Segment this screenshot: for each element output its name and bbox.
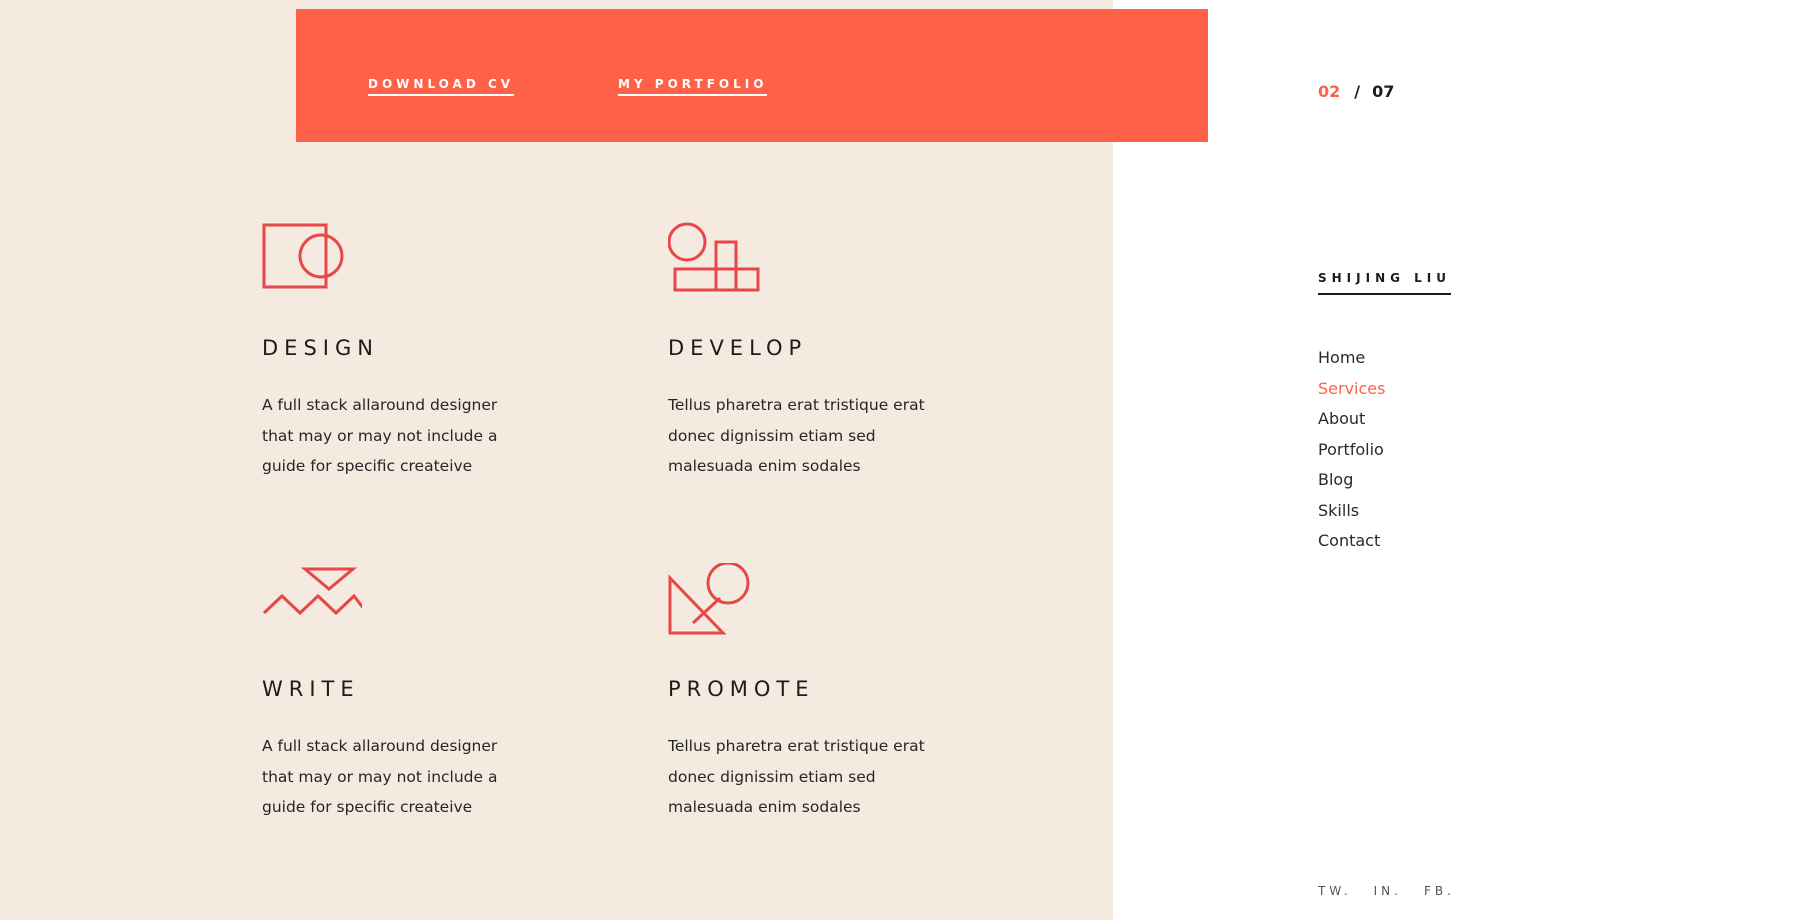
main-nav: Home Services About Portfolio Blog Skill… — [1318, 343, 1385, 557]
service-write: WRITE A full stack allaround designer th… — [262, 563, 562, 823]
service-title: DEVELOP — [668, 336, 808, 360]
service-description: A full stack allaround designer that may… — [262, 396, 498, 475]
cta-band: DOWNLOAD CV MY PORTFOLIO — [296, 9, 1208, 142]
current-slide: 02 — [1318, 82, 1341, 101]
service-description: Tellus pharetra erat tristique erat done… — [668, 737, 925, 816]
counter-separator: / — [1354, 82, 1361, 101]
service-title: WRITE — [262, 677, 360, 701]
service-title: DESIGN — [262, 336, 379, 360]
nav-item-portfolio[interactable]: Portfolio — [1318, 435, 1385, 466]
social-twitter-link[interactable]: TW. — [1318, 884, 1352, 898]
total-slides: 07 — [1372, 82, 1395, 101]
square-circle-icon — [262, 223, 344, 289]
service-title: PROMOTE — [668, 677, 815, 701]
social-facebook-link[interactable]: FB. — [1424, 884, 1455, 898]
my-portfolio-link[interactable]: MY PORTFOLIO — [618, 77, 768, 96]
service-description: A full stack allaround designer that may… — [262, 737, 498, 816]
social-links: TW. IN. FB. — [1318, 884, 1477, 898]
service-develop: DEVELOP Tellus pharetra erat tristique e… — [668, 222, 968, 482]
nav-item-skills[interactable]: Skills — [1318, 496, 1385, 527]
brand-name[interactable]: SHIJING LIU — [1318, 271, 1452, 295]
service-design: DESIGN A full stack allaround designer t… — [262, 222, 562, 482]
triangle-zigzag-icon — [262, 567, 362, 616]
triangle-circle-icon — [668, 563, 750, 635]
service-description: Tellus pharetra erat tristique erat done… — [668, 396, 925, 475]
nav-item-services[interactable]: Services — [1318, 374, 1385, 405]
nav-item-home[interactable]: Home — [1318, 343, 1385, 374]
service-promote: PROMOTE Tellus pharetra erat tristique e… — [668, 563, 968, 823]
main-panel: DOWNLOAD CV MY PORTFOLIO DESIGN A full s… — [0, 0, 1208, 920]
circle-blocks-icon — [668, 222, 760, 292]
social-instagram-link[interactable]: IN. — [1374, 884, 1402, 898]
nav-item-blog[interactable]: Blog — [1318, 465, 1385, 496]
download-cv-link[interactable]: DOWNLOAD CV — [368, 77, 515, 96]
nav-item-about[interactable]: About — [1318, 404, 1385, 435]
nav-item-contact[interactable]: Contact — [1318, 526, 1385, 557]
slide-counter: 02 / 07 — [1318, 82, 1394, 101]
